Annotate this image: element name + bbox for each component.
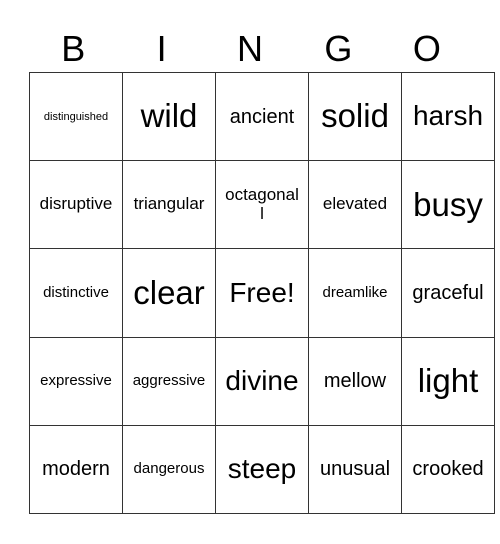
bingo-cell[interactable]: ancient [215, 71, 309, 162]
free-space-cell[interactable]: Free! [215, 248, 309, 338]
bingo-cell[interactable]: dangerous [122, 424, 216, 515]
bingo-cell[interactable]: clear [122, 248, 216, 338]
bingo-cell[interactable]: wild [122, 71, 216, 162]
bingo-cell[interactable]: aggressive [122, 336, 216, 426]
bingo-cell[interactable]: triangular [122, 160, 216, 250]
bingo-cell[interactable]: dreamlike [308, 248, 402, 338]
bingo-row: expressive aggressive divine mellow light [29, 336, 495, 426]
bingo-cell[interactable]: unusual [308, 424, 402, 515]
header-letter-o: O [412, 28, 441, 69]
bingo-cell[interactable]: distinctive [29, 248, 123, 338]
bingo-cell[interactable]: disruptive [29, 160, 123, 250]
bingo-cell[interactable]: divine [215, 336, 309, 426]
bingo-cell[interactable]: steep [215, 424, 309, 515]
bingo-cell[interactable]: solid [308, 71, 402, 162]
bingo-row: modern dangerous steep unusual crooked [29, 424, 495, 515]
header-letter-g: G [324, 28, 353, 69]
bingo-row: distinctive clear Free! dreamlike graceful [29, 248, 495, 338]
bingo-cell[interactable]: light [401, 336, 495, 426]
bingo-cell[interactable]: graceful [401, 248, 495, 338]
header-letter-b: B [61, 28, 86, 69]
bingo-cell[interactable]: harsh [401, 71, 495, 162]
bingo-row: distinguished wild ancient solid harsh [29, 71, 495, 162]
bingo-cell[interactable]: modern [29, 424, 123, 515]
bingo-cell[interactable]: expressive [29, 336, 123, 426]
bingo-cell[interactable]: distinguished [29, 71, 123, 162]
bingo-cell[interactable]: octagonal l [215, 160, 309, 250]
bingo-grid: distinguished wild ancient solid harsh disrup… [29, 71, 495, 515]
bingo-cell[interactable]: busy [401, 160, 495, 250]
bingo-cell[interactable]: elevated [308, 160, 402, 250]
header-letter-i: I [156, 28, 167, 69]
bingo-header: B I N G O [29, 26, 471, 72]
header-letter-n: N [237, 28, 264, 69]
bingo-row: disruptive triangular octagonal l elevated b… [29, 160, 495, 250]
bingo-cell[interactable]: crooked [401, 424, 495, 515]
bingo-cell[interactable]: mellow [308, 336, 402, 426]
